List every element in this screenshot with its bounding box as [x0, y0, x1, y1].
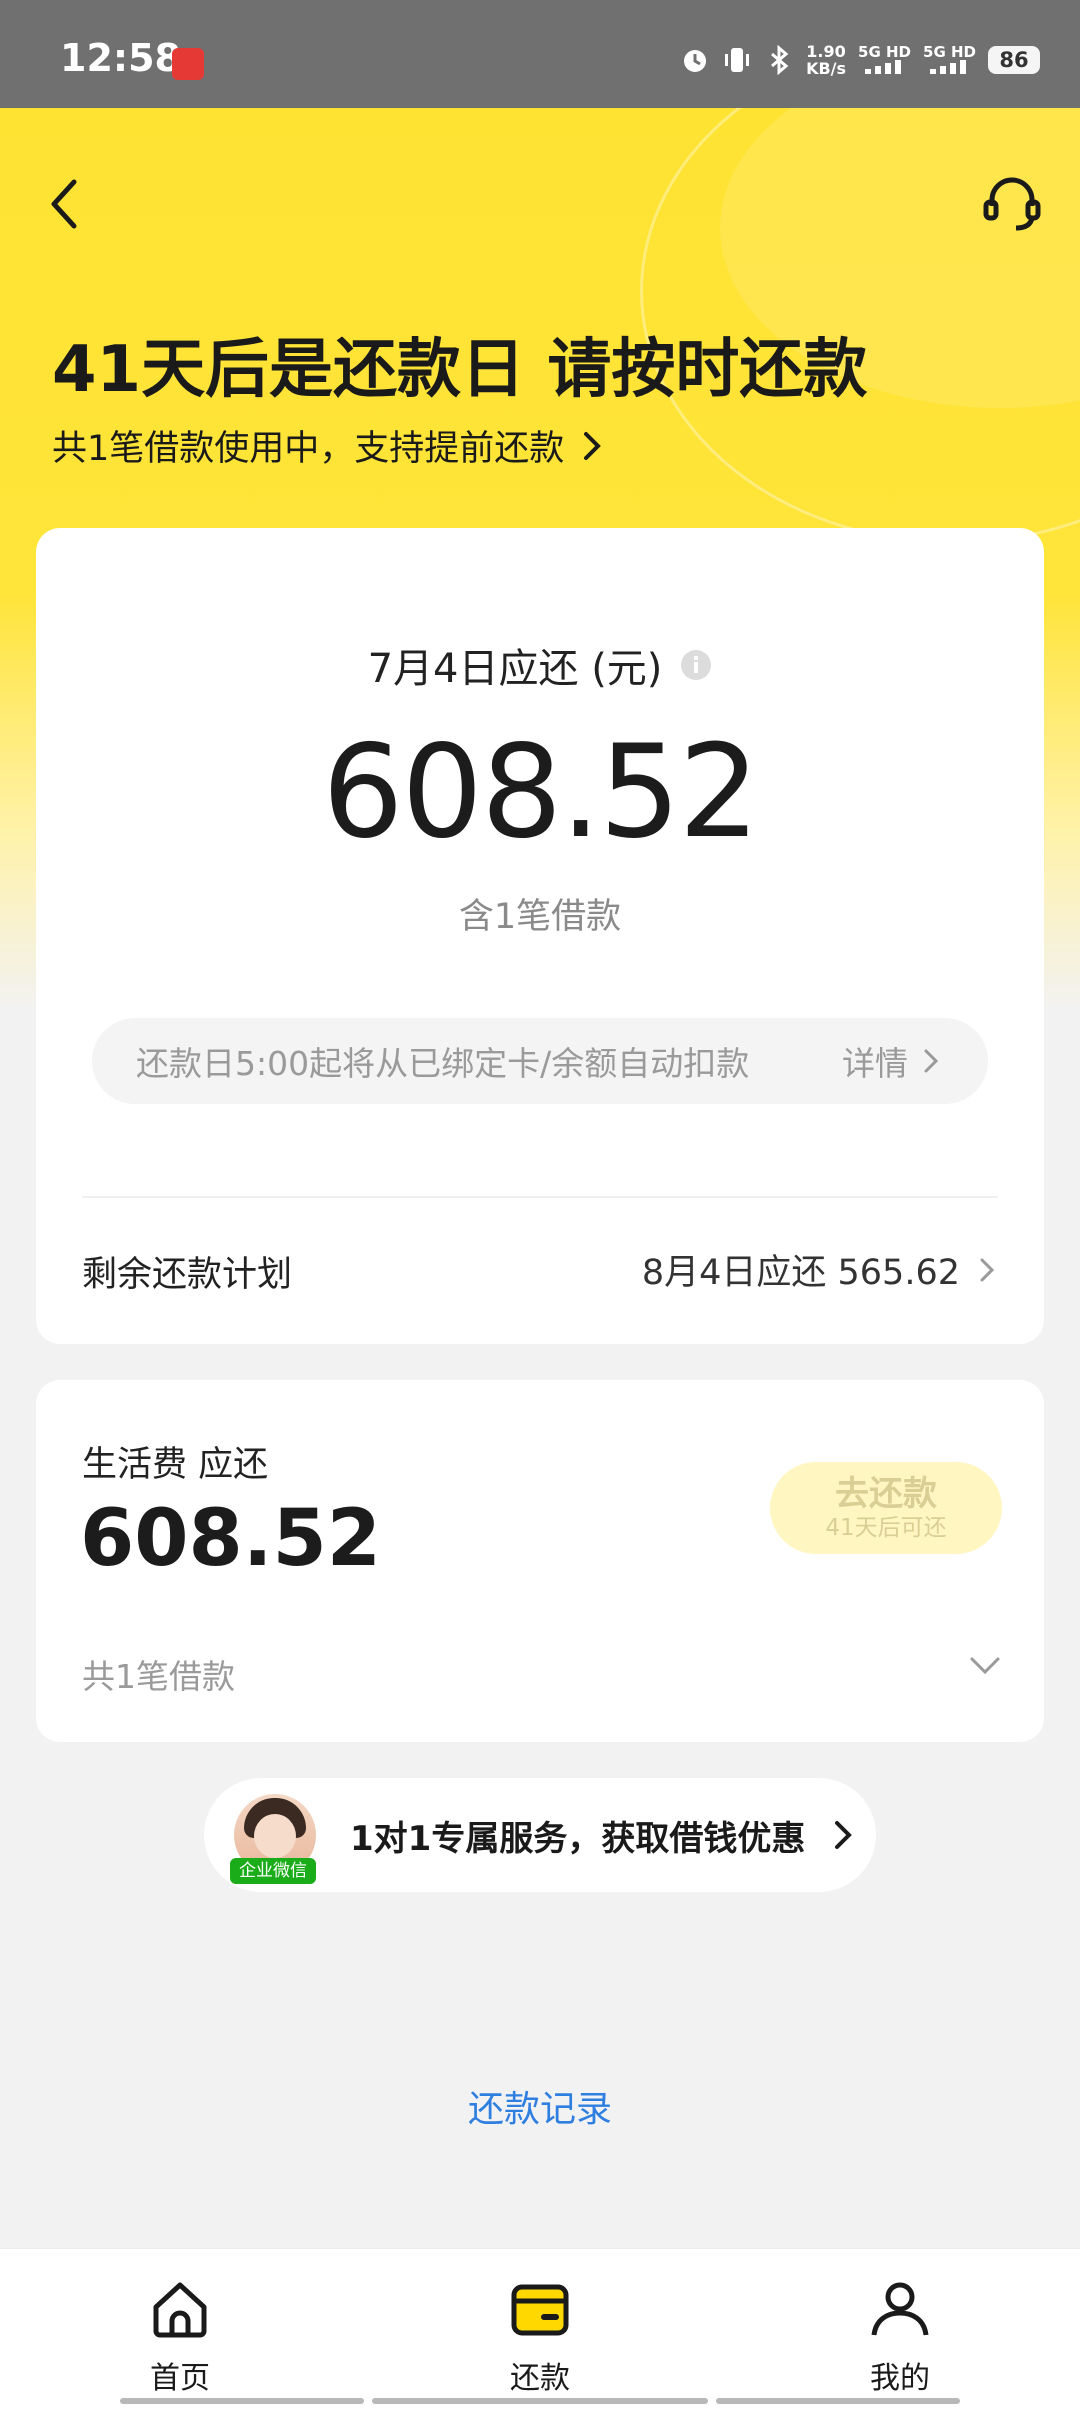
loan-amount: 608.52 [80, 1494, 381, 1584]
exclusive-service-banner[interactable]: 企业微信 1对1专属服务，获取借钱优惠 [204, 1778, 876, 1892]
chevron-right-icon [584, 431, 602, 460]
loan-status-link[interactable]: 共1笔借款使用中，支持提前还款 [52, 420, 604, 471]
bottom-navigation: 首页 还款 我的 [0, 2248, 1080, 2409]
battery-indicator: 86 [988, 46, 1040, 74]
due-date-label-row: 7月4日应还 (元) [36, 636, 1044, 694]
remaining-plan-value[interactable]: 8月4日应还 565.62 [642, 1244, 996, 1295]
repayment-summary-card: 7月4日应还 (元) 608.52 含1笔借款 还款日5:00起将从已绑定卡/余… [36, 528, 1044, 1344]
gesture-bar [372, 2398, 708, 2404]
repay-button-sublabel: 41天后可还 [825, 1515, 947, 1541]
info-icon[interactable] [680, 649, 712, 681]
autopay-notice[interactable]: 还款日5:00起将从已绑定卡/余额自动扣款 详情 [92, 1018, 988, 1104]
page-title: 41天后是还款日 请按时还款 [52, 333, 868, 407]
vibrate-icon [725, 48, 750, 72]
status-indicators: 1.90 KB/s 5G HD 5G HD 86 [680, 40, 1040, 80]
gesture-bar [716, 2398, 960, 2404]
loan-status-text: 共1笔借款使用中，支持提前还款 [52, 429, 565, 469]
repay-button-label: 去还款 [835, 1474, 937, 1514]
bluetooth-icon [771, 45, 789, 75]
nav-item-home[interactable]: 首页 [0, 2249, 360, 2409]
network-speed: 1.90 KB/s [806, 43, 846, 77]
signal-bars-icon [929, 59, 966, 74]
chevron-right-icon [835, 1821, 853, 1849]
divider [82, 1196, 998, 1198]
back-arrow-icon[interactable] [46, 176, 82, 232]
avatar-face [254, 1814, 296, 1858]
speed-value: 1.90 [806, 42, 846, 61]
app-notification-icon [172, 48, 204, 80]
nav-label-me: 我的 [870, 2361, 930, 2396]
alarm-icon [684, 50, 707, 72]
signal-sim2-label: 5G HD [923, 42, 976, 61]
user-icon [871, 2282, 929, 2336]
repayment-records-link[interactable]: 还款记录 [0, 2080, 1080, 2132]
wallet-icon [511, 2284, 569, 2336]
chevron-down-icon[interactable] [968, 1654, 1002, 1678]
chevron-right-icon [980, 1258, 995, 1281]
wecom-badge: 企业微信 [230, 1858, 316, 1884]
nav-label-repay: 还款 [510, 2361, 570, 2396]
due-amount: 608.52 [322, 718, 760, 867]
nav-item-me[interactable]: 我的 [720, 2249, 1080, 2409]
home-icon [153, 2282, 207, 2338]
promo-text: 1对1专属服务，获取借钱优惠 [350, 1818, 806, 1859]
gesture-bar [120, 2398, 364, 2404]
repay-button[interactable]: 去还款 41天后可还 [770, 1462, 1002, 1554]
loan-count: 含1笔借款 [458, 897, 622, 937]
nav-item-repay[interactable]: 还款 [360, 2249, 720, 2409]
remaining-plan-label[interactable]: 剩余还款计划 [82, 1246, 292, 1297]
autopay-detail-label: 详情 [842, 1044, 908, 1083]
advisor-avatar: 企业微信 [230, 1794, 316, 1884]
status-time: 12:58 [60, 36, 181, 80]
loan-card: 生活费 应还 608.52 去还款 41天后可还 共1笔借款 [36, 1380, 1044, 1742]
customer-service-icon[interactable] [980, 172, 1044, 236]
signal-bars-icon [864, 59, 901, 74]
speed-unit: KB/s [806, 59, 847, 78]
autopay-detail-link[interactable]: 详情 [842, 1037, 940, 1085]
signal-sim1: 5G HD [858, 44, 911, 77]
signal-sim2: 5G HD [923, 44, 976, 77]
due-date-label: 7月4日应还 (元) [367, 646, 663, 692]
loan-footer-count[interactable]: 共1笔借款 [82, 1650, 235, 1698]
nav-label-home: 首页 [150, 2361, 210, 2396]
chevron-right-icon [924, 1049, 939, 1073]
status-bar: 12:58 1.90 KB/s 5G HD 5G HD 86 [0, 0, 1080, 108]
loan-name: 生活费 应还 [82, 1445, 269, 1485]
next-due-text: 8月4日应还 565.62 [641, 1253, 960, 1293]
signal-sim1-label: 5G HD [858, 42, 912, 61]
autopay-text: 还款日5:00起将从已绑定卡/余额自动扣款 [136, 1044, 750, 1083]
